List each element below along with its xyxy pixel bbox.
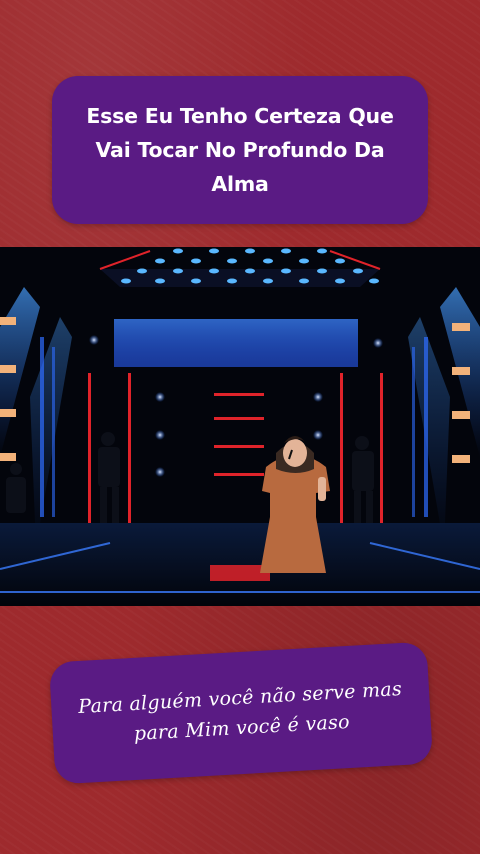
top-caption-box: Esse Eu Tenho Certeza Que Vai Tocar No P…	[52, 76, 428, 224]
video-frame[interactable]	[0, 247, 480, 606]
top-caption-text: Esse Eu Tenho Certeza Que Vai Tocar No P…	[86, 104, 394, 196]
stage-floor	[0, 523, 480, 606]
bottom-caption-text: Para alguém você não serve mas para Mim …	[77, 677, 403, 745]
stage-scene	[0, 247, 480, 606]
bottom-caption-box: Para alguém você não serve mas para Mim …	[48, 641, 434, 785]
